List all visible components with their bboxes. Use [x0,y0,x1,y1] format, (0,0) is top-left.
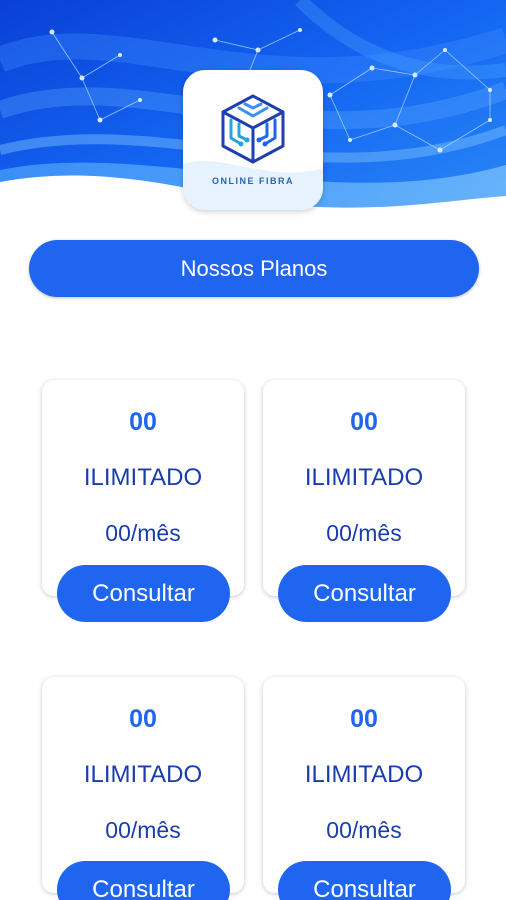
section-title-nossos-planos: Nossos Planos [29,240,479,297]
section-title-label: Nossos Planos [180,255,328,281]
plan-speed: 00 [350,408,378,436]
consultar-button[interactable]: Consultar [57,565,230,622]
plan-speed: 00 [129,408,157,436]
logo-text: ONLINE FIBRA [212,176,294,186]
app-screen: ONLINE FIBRA Nossos Planos 00 ILIMITADO … [0,0,506,900]
plan-card: 00 ILIMITADO 00/mês [42,380,244,596]
plan-speed: 00 [350,705,378,733]
consultar-button[interactable]: Consultar [278,565,451,622]
plan-price: 00/mês [105,817,181,843]
plan-type: ILIMITADO [83,464,203,491]
plan-type: ILIMITADO [83,761,203,788]
plan-price: 00/mês [326,817,402,843]
consultar-button[interactable]: Consultar [278,861,451,900]
plan-type: ILIMITADO [304,761,424,788]
plan-price: 00/mês [105,520,181,546]
logo-card: ONLINE FIBRA [183,70,323,210]
plan-type: ILIMITADO [304,464,424,491]
consultar-button[interactable]: Consultar [57,861,230,900]
plan-card: 00 ILIMITADO 00/mês [263,380,465,596]
plan-speed: 00 [129,705,157,733]
plan-price: 00/mês [326,520,402,546]
hero-banner: ONLINE FIBRA [0,0,506,240]
